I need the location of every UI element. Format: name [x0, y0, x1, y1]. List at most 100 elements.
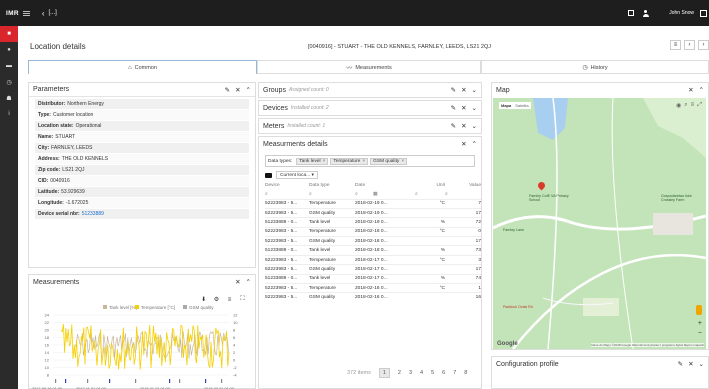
- expand-icon[interactable]: ⛶: [238, 295, 247, 304]
- filter-search-icon[interactable]: ⌕ ▦: [355, 190, 415, 199]
- filter-search-icon[interactable]: ⌕: [265, 190, 309, 199]
- clock-icon[interactable]: ◷: [0, 74, 18, 90]
- table-row[interactable]: 52223983 - 5... Temperature 2018-02-16 0..…: [265, 282, 481, 293]
- breadcrumb[interactable]: [...]: [49, 10, 57, 16]
- column-header-unit[interactable]: Unit: [415, 181, 445, 190]
- map-type-satellite[interactable]: Satelita: [513, 102, 530, 109]
- map-place-label[interactable]: Paddock Ovals Rd: [503, 305, 533, 309]
- chevron-down-icon[interactable]: ⌄: [472, 122, 477, 130]
- event-marker[interactable]: [55, 379, 57, 383]
- close-icon[interactable]: ✕: [461, 140, 466, 148]
- chevron-down-icon[interactable]: ⌄: [472, 104, 477, 112]
- column-header-device[interactable]: Device: [265, 181, 309, 190]
- pegman-icon[interactable]: [696, 305, 702, 315]
- table-row[interactable]: 51233889 - 0... Tank level 2018-02-18 0...…: [265, 245, 481, 256]
- edit-icon[interactable]: ✎: [678, 360, 683, 368]
- notifications-icon[interactable]: [628, 10, 635, 16]
- filter-search-icon[interactable]: ⌕: [415, 190, 445, 199]
- table-row[interactable]: 52223983 - 5... GSM quality 2018-02-18 0..…: [265, 236, 481, 246]
- close-icon[interactable]: ✕: [235, 278, 240, 286]
- tab-measurements[interactable]: 〰 Measurements: [257, 60, 481, 74]
- next-icon[interactable]: ›: [698, 40, 709, 50]
- layers-icon[interactable]: ≡: [691, 102, 695, 109]
- event-marker[interactable]: [109, 379, 111, 383]
- event-marker[interactable]: [65, 379, 67, 383]
- map-attribution[interactable]: Dane do Mapy ©2018 Google Warunki korzys…: [591, 343, 704, 347]
- page-5[interactable]: 5: [431, 370, 434, 376]
- close-icon[interactable]: ✕: [461, 122, 466, 130]
- table-row[interactable]: 52223983 - 5... GSM quality 2018-02-16 0..…: [265, 292, 481, 303]
- prev-icon[interactable]: ‹: [684, 40, 695, 50]
- legend-label[interactable]: GSM quality: [189, 305, 214, 310]
- list-icon[interactable]: ≡: [225, 295, 234, 304]
- legend-swatch[interactable]: [135, 305, 139, 309]
- legend-swatch[interactable]: [183, 305, 187, 309]
- remove-chip-icon[interactable]: ×: [401, 159, 404, 164]
- table-row[interactable]: 52223983 - 5... Temperature 2018-02-18 0..…: [265, 226, 481, 237]
- chevron-up-icon[interactable]: ⌃: [699, 86, 704, 94]
- eye-icon[interactable]: ◉: [676, 102, 681, 109]
- page-4[interactable]: 4: [420, 370, 423, 376]
- event-marker[interactable]: [135, 379, 137, 383]
- column-header-value[interactable]: Value: [445, 181, 481, 190]
- close-icon[interactable]: ✕: [688, 86, 693, 94]
- data-types-filter[interactable]: Data types: Tank level × Temperature × GSM q…: [265, 155, 475, 167]
- remove-chip-icon[interactable]: ×: [323, 159, 326, 164]
- column-header-data-type[interactable]: Data type: [309, 181, 355, 190]
- user-name[interactable]: John Snow: [669, 10, 694, 16]
- chevron-up-icon[interactable]: ⌃: [472, 140, 477, 148]
- chevron-up-icon[interactable]: ⌃: [246, 86, 251, 94]
- map-place-label[interactable]: Farnley CofE VA Primary School: [529, 194, 573, 202]
- tab-history[interactable]: ◷ History: [481, 60, 709, 74]
- fullscreen-icon[interactable]: ⤢: [697, 102, 702, 109]
- table-row[interactable]: 52223983 - 5... Temperature 2018-02-17 0..…: [265, 254, 481, 265]
- grid-icon[interactable]: ■: [0, 26, 18, 42]
- zoom-in-button[interactable]: +: [698, 320, 702, 327]
- map-place-label[interactable]: Gospodarstwo Iske Crossley Farm: [661, 194, 705, 202]
- table-row[interactable]: 52223983 - 5... GSM quality 2018-02-19 0..…: [265, 207, 481, 218]
- calendar-icon[interactable]: ▦: [373, 192, 378, 197]
- table-row[interactable]: 51233889 - 0... Tank level 2018-02-19 0...…: [265, 217, 481, 228]
- legend-label[interactable]: Temperature [°C]: [141, 305, 175, 310]
- event-marker[interactable]: [87, 379, 89, 383]
- close-icon[interactable]: ✕: [688, 360, 693, 368]
- filter-search-icon[interactable]: ⌕: [445, 190, 481, 199]
- page-8[interactable]: 8: [464, 370, 467, 376]
- table-row[interactable]: 51233889 - 0... Tank level 2018-02-17 0...…: [265, 273, 481, 284]
- close-icon[interactable]: ✕: [461, 104, 466, 112]
- edit-icon[interactable]: ✎: [451, 86, 456, 94]
- legend-label[interactable]: Tank level [%]: [109, 305, 137, 310]
- filter-search-icon[interactable]: ⌕: [309, 190, 355, 199]
- menu-icon[interactable]: [22, 10, 30, 16]
- logout-icon[interactable]: [700, 9, 707, 17]
- chevron-up-icon[interactable]: ⌃: [246, 278, 251, 286]
- settings-icon[interactable]: ⚙: [212, 295, 221, 304]
- legend-swatch[interactable]: [103, 305, 107, 309]
- column-header-date[interactable]: Date: [355, 181, 415, 190]
- location-icon[interactable]: ●: [0, 42, 18, 58]
- page-1[interactable]: 1: [378, 368, 390, 378]
- truck-icon[interactable]: ▬: [0, 58, 18, 74]
- page-7[interactable]: 7: [453, 370, 456, 376]
- download-icon[interactable]: ⬇: [199, 295, 208, 304]
- event-marker[interactable]: [221, 379, 223, 383]
- event-marker[interactable]: [169, 379, 171, 383]
- edit-icon[interactable]: ✎: [451, 104, 456, 112]
- chevron-left-icon[interactable]: ‹: [42, 9, 45, 18]
- info-icon[interactable]: i: [0, 106, 18, 122]
- map-place-label[interactable]: Farnley Lane: [503, 228, 524, 232]
- edit-icon[interactable]: ✎: [225, 86, 230, 94]
- user-icon[interactable]: [642, 9, 649, 17]
- map-type-map[interactable]: Mapa: [499, 102, 513, 109]
- data-type-chip[interactable]: Tank level ×: [296, 157, 329, 165]
- chevron-down-icon[interactable]: ⌄: [699, 360, 704, 368]
- parameter-value[interactable]: 51233889: [82, 211, 104, 217]
- zoom-search-icon[interactable]: ⌕: [684, 102, 687, 109]
- data-type-chip[interactable]: Temperature ×: [330, 157, 369, 165]
- page-3[interactable]: 3: [409, 370, 412, 376]
- close-icon[interactable]: ✕: [461, 86, 466, 94]
- remove-chip-icon[interactable]: ×: [362, 159, 365, 164]
- data-type-chip[interactable]: GSM quality ×: [370, 157, 408, 165]
- chevron-down-icon[interactable]: ⌄: [472, 86, 477, 94]
- page-6[interactable]: 6: [442, 370, 445, 376]
